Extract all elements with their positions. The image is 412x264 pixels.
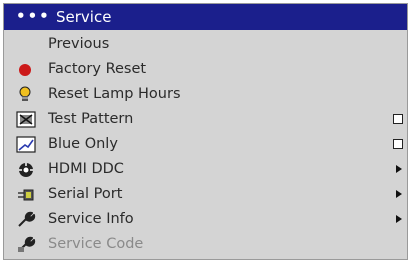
service-menu: ••• Service Previous Factory Reset Reset… — [3, 3, 408, 260]
menu-item-previous[interactable]: Previous — [4, 32, 407, 57]
menu-item-label: Reset Lamp Hours — [48, 86, 181, 102]
menu-item-blue-only[interactable]: Blue Only — [4, 132, 407, 157]
submenu-arrow-icon — [396, 190, 402, 198]
blue-only-icon — [16, 135, 38, 154]
wrench-icon — [16, 210, 38, 229]
wrench-lock-icon — [16, 235, 38, 254]
menu-item-label: Previous — [48, 36, 110, 52]
menu-item-reset-lamp-hours[interactable]: Reset Lamp Hours — [4, 82, 407, 107]
menu-item-factory-reset[interactable]: Factory Reset — [4, 57, 407, 82]
submenu-arrow-icon — [396, 215, 402, 223]
menu-title-bar[interactable]: ••• Service — [4, 4, 407, 30]
hdmi-ddc-icon — [16, 160, 38, 179]
submenu-arrow-icon — [396, 165, 402, 173]
menu-item-label: HDMI DDC — [48, 161, 124, 177]
blue-only-checkbox[interactable] — [393, 139, 403, 149]
menu-dots-icon: ••• — [16, 7, 51, 25]
menu-item-service-info[interactable]: Service Info — [4, 207, 407, 232]
menu-item-label: Blue Only — [48, 136, 118, 152]
menu-item-label: Service Code — [48, 236, 144, 252]
serial-port-icon — [16, 185, 38, 204]
menu-item-service-code[interactable]: Service Code — [4, 232, 407, 257]
menu-item-label: Test Pattern — [48, 111, 134, 127]
menu-item-test-pattern[interactable]: Test Pattern — [4, 107, 407, 132]
menu-item-hdmi-ddc[interactable]: HDMI DDC — [4, 157, 407, 182]
menu-item-label: Serial Port — [48, 186, 123, 202]
test-pattern-checkbox[interactable] — [393, 114, 403, 124]
lamp-bulb-icon — [16, 85, 38, 104]
menu-title: Service — [56, 8, 112, 26]
red-circle-icon — [16, 60, 38, 79]
menu-item-label: Service Info — [48, 211, 134, 227]
test-pattern-icon — [16, 110, 38, 129]
menu-item-serial-port[interactable]: Serial Port — [4, 182, 407, 207]
menu-item-label: Factory Reset — [48, 61, 147, 77]
